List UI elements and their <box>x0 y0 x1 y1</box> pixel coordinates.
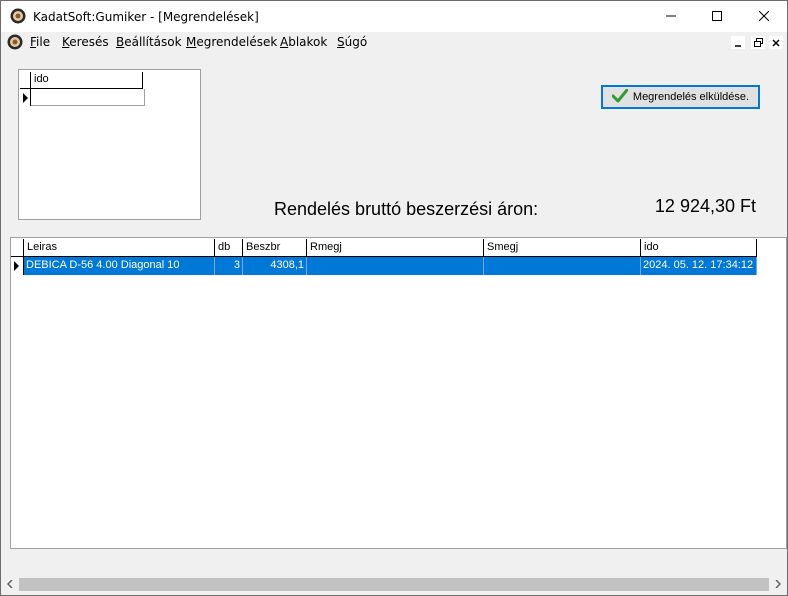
menu-ablakok[interactable]: Ablakok <box>280 35 327 49</box>
table-row[interactable]: DEBICA D-56 4.00 Diagonal 10 3 4308,1 20… <box>11 257 757 275</box>
menu-megrendelesek[interactable]: Megrendelések <box>186 35 277 49</box>
current-row-arrow-icon <box>14 261 19 271</box>
row-indicator[interactable] <box>11 257 24 275</box>
column-header-beszbr[interactable]: Beszbr <box>243 239 307 257</box>
cell-ido[interactable]: 2024. 05. 12. 17:34:12 <box>641 257 757 275</box>
send-order-label: Megrendelés elküldése. <box>632 91 750 103</box>
menu-kereses[interactable]: Keresés <box>62 35 109 49</box>
app-icon[interactable] <box>10 8 26 24</box>
column-header-smegj[interactable]: Smegj <box>484 239 641 257</box>
ido-grid[interactable]: ido <box>18 69 201 220</box>
cell-leiras[interactable]: DEBICA D-56 4.00 Diagonal 10 <box>24 257 215 275</box>
cell-beszbr[interactable]: 4308,1 <box>243 257 307 275</box>
mdi-minimize-button[interactable] <box>731 36 745 49</box>
column-header-db[interactable]: db <box>215 239 243 257</box>
ido-column-header[interactable]: ido <box>31 72 143 89</box>
row-indicator-header <box>20 72 31 89</box>
maximize-icon <box>712 10 722 24</box>
cell-db[interactable]: 3 <box>215 257 243 275</box>
cell-rmegj[interactable] <box>307 257 484 275</box>
menu-bar: File Keresés Beállítások Megrendelések A… <box>1 32 787 52</box>
column-header-rmegj[interactable]: Rmegj <box>307 239 484 257</box>
column-header-leiras[interactable]: Leiras <box>24 239 215 257</box>
maximize-button[interactable] <box>694 1 740 32</box>
cell-smegj[interactable] <box>484 257 641 275</box>
close-button[interactable] <box>741 1 787 32</box>
chevron-right-icon <box>774 577 781 591</box>
column-header-ido[interactable]: ido <box>641 239 757 257</box>
scroll-right-button[interactable] <box>769 574 786 594</box>
orders-grid[interactable]: Leiras db Beszbr Rmegj Smegj ido DEBICA … <box>10 237 787 549</box>
current-row-arrow-icon <box>23 93 28 103</box>
menu-file[interactable]: File <box>30 35 50 49</box>
restore-icon <box>753 36 763 50</box>
close-icon <box>758 10 770 24</box>
scroll-left-button[interactable] <box>1 574 18 594</box>
title-bar[interactable]: KadatSoft:Gumiker - [Megrendelések] <box>1 1 787 32</box>
minimize-icon <box>666 10 676 24</box>
mdi-restore-button[interactable] <box>751 36 765 49</box>
mdi-close-button[interactable] <box>769 36 783 49</box>
row-indicator-header <box>11 239 24 257</box>
total-value: 12 924,30 Ft <box>654 196 756 216</box>
checkmark-icon <box>611 88 629 106</box>
send-order-button[interactable]: Megrendelés elküldése. <box>601 85 760 109</box>
total-label: Rendelés bruttó beszerzési áron: <box>274 199 539 219</box>
ido-cell[interactable] <box>31 89 145 106</box>
horizontal-scrollbar[interactable] <box>1 574 787 594</box>
mdi-child-icon[interactable] <box>7 34 23 50</box>
menu-sugo[interactable]: Súgó <box>337 35 367 49</box>
main-window: KadatSoft:Gumiker - [Megrendelések] File… <box>0 0 788 596</box>
row-indicator[interactable] <box>20 89 31 106</box>
orders-grid-header: Leiras db Beszbr Rmegj Smegj ido <box>11 239 757 257</box>
chevron-left-icon <box>6 577 13 591</box>
close-icon <box>772 36 780 50</box>
minimize-button[interactable] <box>648 1 694 32</box>
minimize-icon <box>734 36 742 50</box>
scroll-thumb[interactable] <box>19 578 769 591</box>
window-title: KadatSoft:Gumiker - [Megrendelések] <box>33 10 259 24</box>
menu-beallitasok[interactable]: Beállítások <box>116 35 182 49</box>
